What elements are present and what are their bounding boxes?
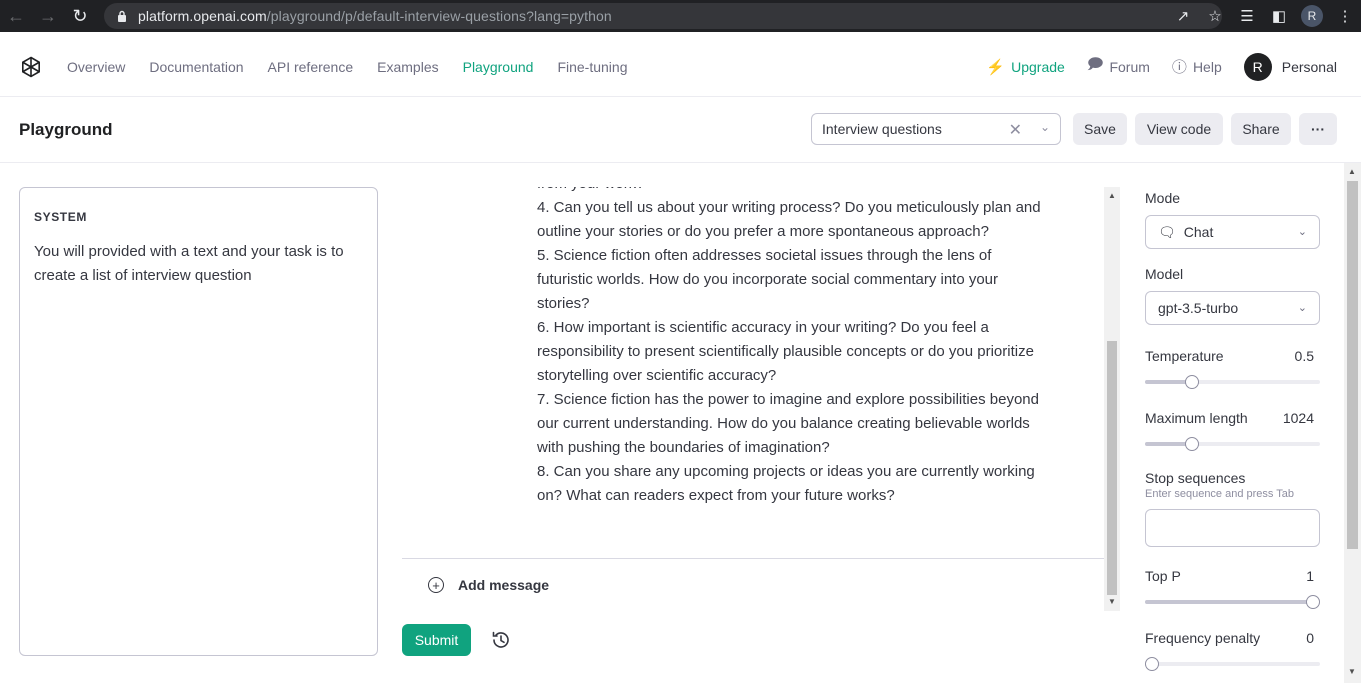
address-bar[interactable]: platform.openai.com/playground/p/default… bbox=[104, 3, 1222, 29]
openai-logo-icon[interactable] bbox=[19, 55, 43, 79]
more-options-button[interactable]: ··· bbox=[1299, 113, 1337, 145]
preset-select[interactable]: Interview questions ✕ ⌄ bbox=[811, 113, 1061, 145]
temperature-slider[interactable] bbox=[1145, 375, 1320, 389]
chat-icon: 🗨 bbox=[1158, 223, 1176, 240]
frequency-penalty-value[interactable]: 0 bbox=[1306, 630, 1314, 646]
max-length-value[interactable]: 1024 bbox=[1283, 410, 1314, 426]
chat-messages[interactable]: from your work? 4. Can you tell us about… bbox=[402, 187, 1104, 559]
frequency-penalty-slider[interactable] bbox=[1145, 657, 1320, 671]
top-p-value[interactable]: 1 bbox=[1306, 568, 1314, 584]
slider-handle[interactable] bbox=[1185, 437, 1199, 451]
message-line: 6. How important is scientific accuracy … bbox=[537, 319, 1034, 384]
nav-api-reference[interactable]: API reference bbox=[268, 59, 354, 75]
save-button[interactable]: Save bbox=[1073, 113, 1127, 145]
scrollbar-thumb[interactable] bbox=[1107, 341, 1117, 595]
scroll-up-icon[interactable]: ▲ bbox=[1108, 191, 1116, 200]
chevron-down-icon: ⌄ bbox=[1297, 226, 1307, 238]
clear-icon[interactable]: ✕ bbox=[1009, 120, 1022, 140]
system-panel[interactable]: SYSTEM You will provided with a text and… bbox=[19, 187, 378, 656]
reload-icon[interactable]: ↻ bbox=[64, 0, 96, 32]
bookmark-star-icon[interactable]: ☆ bbox=[1199, 0, 1231, 32]
main-nav: Overview Documentation API reference Exa… bbox=[67, 36, 651, 97]
help-circle-icon: ⓘ bbox=[1171, 59, 1187, 76]
scroll-up-icon[interactable]: ▲ bbox=[1348, 167, 1356, 176]
site-header: Overview Documentation API reference Exa… bbox=[0, 36, 1361, 97]
assistant-message[interactable]: from your work? 4. Can you tell us about… bbox=[537, 187, 1047, 508]
share-page-icon[interactable]: ↗ bbox=[1167, 0, 1199, 32]
message-line: 5. Science fiction often addresses socie… bbox=[537, 247, 999, 312]
forum-link[interactable]: 🗩 Forum bbox=[1087, 54, 1150, 79]
history-icon[interactable] bbox=[490, 629, 512, 651]
nav-documentation[interactable]: Documentation bbox=[149, 59, 243, 75]
browser-toolbar: ← → ↻ platform.openai.com/playground/p/d… bbox=[0, 0, 1361, 32]
back-icon[interactable]: ← bbox=[0, 0, 32, 32]
message-line: from your work? bbox=[537, 187, 1047, 196]
chat-bubble-icon: 🗩 bbox=[1086, 56, 1104, 73]
mode-label: Mode bbox=[1145, 190, 1181, 206]
lightning-icon: ⚡ bbox=[986, 58, 1006, 76]
nav-fine-tuning[interactable]: Fine-tuning bbox=[557, 59, 627, 75]
message-line: 4. Can you tell us about your writing pr… bbox=[537, 199, 1041, 240]
message-line: 7. Science fiction has the power to imag… bbox=[537, 391, 1039, 456]
mode-select[interactable]: 🗨 Chat ⌄ bbox=[1145, 215, 1320, 249]
url-text: platform.openai.com/playground/p/default… bbox=[138, 8, 612, 24]
account-menu[interactable]: R Personal bbox=[1243, 52, 1337, 81]
slider-handle[interactable] bbox=[1185, 375, 1199, 389]
add-message-button[interactable]: + Add message bbox=[428, 577, 549, 593]
message-line: 8. Can you share any upcoming projects o… bbox=[537, 463, 1035, 504]
max-length-slider[interactable] bbox=[1145, 437, 1320, 451]
slider-handle[interactable] bbox=[1306, 595, 1320, 609]
page-title: Playground bbox=[19, 120, 113, 139]
chevron-down-icon: ⌄ bbox=[1297, 302, 1307, 314]
stop-sequences-input[interactable] bbox=[1145, 509, 1320, 547]
scroll-down-icon[interactable]: ▼ bbox=[1108, 597, 1116, 606]
top-p-label: Top P bbox=[1145, 568, 1181, 584]
system-message[interactable]: You will provided with a text and your t… bbox=[34, 240, 363, 288]
nav-playground[interactable]: Playground bbox=[463, 59, 534, 75]
model-select[interactable]: gpt-3.5-turbo ⌄ bbox=[1145, 291, 1320, 325]
side-panel-icon[interactable]: ◧ bbox=[1263, 0, 1295, 32]
chat-scrollbar[interactable]: ▲ ▼ bbox=[1104, 187, 1120, 611]
stop-sequences-label: Stop sequences bbox=[1145, 470, 1246, 486]
stop-sequences-hint: Enter sequence and press Tab bbox=[1145, 488, 1295, 500]
account-name: Personal bbox=[1281, 58, 1337, 75]
view-code-button[interactable]: View code bbox=[1135, 113, 1223, 145]
help-link[interactable]: ⓘ Help bbox=[1172, 56, 1222, 77]
browser-profile-avatar[interactable]: R bbox=[1301, 5, 1323, 27]
plus-circle-icon: + bbox=[428, 577, 444, 593]
avatar: R bbox=[1243, 52, 1272, 81]
model-label: Model bbox=[1145, 266, 1184, 282]
upgrade-link[interactable]: ⚡ Upgrade bbox=[986, 58, 1064, 76]
slider-handle[interactable] bbox=[1145, 657, 1159, 671]
playground-header: Playground Interview questions ✕ ⌄ Save … bbox=[0, 97, 1361, 163]
settings-panel: Mode 🗨 Chat ⌄ Model gpt-3.5-turbo ⌄ Temp… bbox=[1145, 163, 1320, 683]
lock-icon bbox=[116, 10, 128, 22]
page-scrollbar[interactable]: ▲ ▼ bbox=[1344, 163, 1361, 683]
submit-button[interactable]: Submit bbox=[402, 624, 471, 656]
nav-overview[interactable]: Overview bbox=[67, 59, 125, 75]
max-length-label: Maximum length bbox=[1145, 410, 1248, 426]
forward-icon[interactable]: → bbox=[32, 0, 64, 32]
scrollbar-thumb[interactable] bbox=[1347, 181, 1358, 549]
temperature-value[interactable]: 0.5 bbox=[1295, 348, 1314, 364]
share-button[interactable]: Share bbox=[1231, 113, 1291, 145]
frequency-penalty-label: Frequency penalty bbox=[1145, 630, 1261, 646]
top-p-slider[interactable] bbox=[1145, 595, 1320, 609]
system-label: SYSTEM bbox=[34, 210, 87, 224]
temperature-label: Temperature bbox=[1145, 348, 1224, 364]
scroll-down-icon[interactable]: ▼ bbox=[1348, 667, 1356, 676]
reading-list-icon[interactable]: ☰ bbox=[1231, 0, 1263, 32]
browser-menu-icon[interactable]: ⋮ bbox=[1329, 0, 1361, 32]
nav-examples[interactable]: Examples bbox=[377, 59, 438, 75]
chevron-down-icon[interactable]: ⌄ bbox=[1040, 120, 1050, 134]
